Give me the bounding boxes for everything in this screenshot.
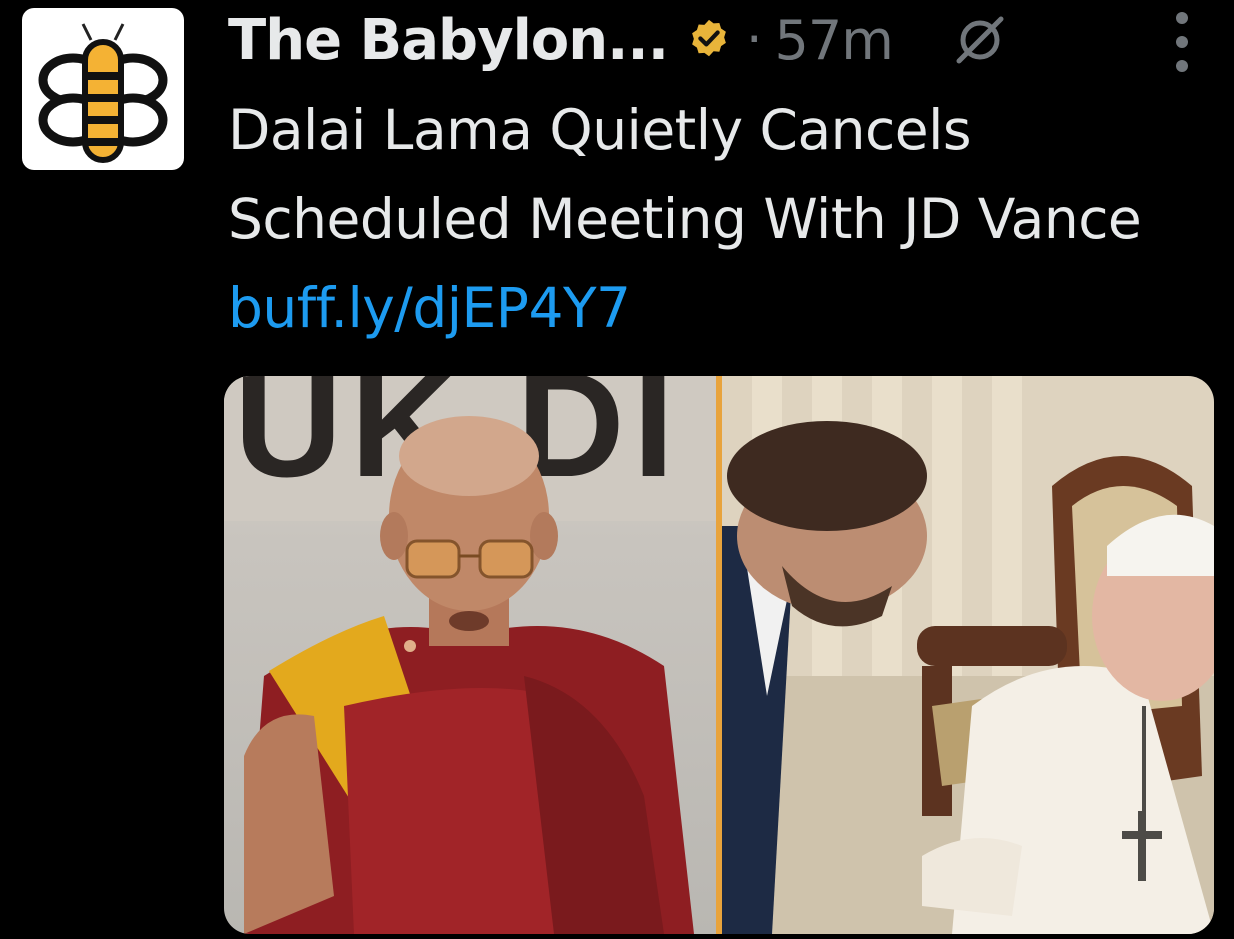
tweet-link[interactable]: buff.ly/djEP4Y7 [228,276,631,340]
avatar[interactable] [22,8,184,170]
tweet-media[interactable]: UK DI [224,376,1214,934]
verified-badge-icon[interactable] [686,17,732,63]
tweet-body: Dalai Lama Quietly Cancels Scheduled Mee… [228,98,1142,251]
tweet-text: Dalai Lama Quietly Cancels Scheduled Mee… [228,86,1188,353]
media-image-right[interactable] [722,376,1214,934]
media-image-left[interactable]: UK DI [224,376,716,934]
grok-icon[interactable] [951,11,1009,69]
timestamp[interactable]: 57m [775,9,894,72]
separator-dot: · [745,10,763,70]
more-options-icon[interactable] [1168,12,1196,72]
tweet-header: The Babylon... · 57m [228,0,1009,80]
author-name[interactable]: The Babylon... [228,8,669,73]
babylon-bee-logo-icon [38,23,168,163]
